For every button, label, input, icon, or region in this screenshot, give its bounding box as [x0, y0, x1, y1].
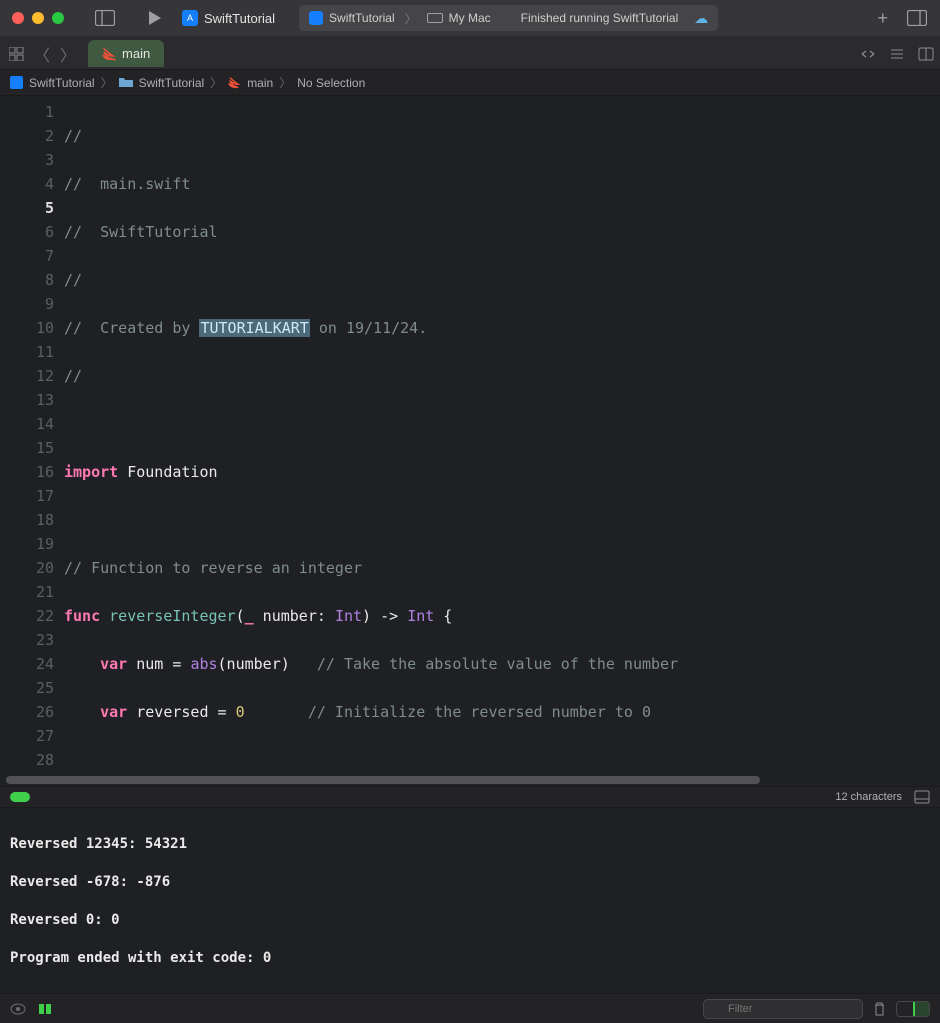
activity-status[interactable]: SwiftTutorial 〉 My Mac Finished running …	[299, 5, 718, 31]
editor-status-bar: 12 characters	[0, 786, 940, 808]
add-editor-icon[interactable]	[918, 47, 934, 61]
project-icon	[10, 76, 23, 89]
filter-input[interactable]	[703, 999, 863, 1019]
breadcrumb[interactable]: SwiftTutorial 〉 SwiftTutorial 〉 main 〉 N…	[0, 70, 940, 96]
console-line: Reversed 12345: 54321	[10, 835, 930, 854]
console-line: Reversed -678: -876	[10, 873, 930, 892]
related-items-icon[interactable]	[6, 43, 28, 65]
status-indicator[interactable]	[10, 792, 30, 802]
code-content[interactable]: // // main.swift // SwiftTutorial // // …	[64, 96, 940, 786]
breadcrumb-selection[interactable]: No Selection	[297, 76, 365, 90]
app-icon-small	[309, 11, 323, 25]
breadcrumb-root[interactable]: SwiftTutorial	[29, 76, 95, 90]
tab-main[interactable]: main	[88, 40, 164, 67]
laptop-icon	[427, 13, 443, 23]
debug-bar: ⌕	[0, 993, 940, 1023]
adjust-editor-icon[interactable]	[890, 47, 904, 61]
console-output[interactable]: Reversed 12345: 54321 Reversed -678: -87…	[0, 808, 940, 976]
swift-icon	[228, 76, 241, 89]
swift-icon	[102, 47, 116, 61]
line-gutter: 1234567891011121314151617181920212223242…	[0, 96, 64, 786]
toggle-right-panel-icon[interactable]	[906, 7, 928, 29]
cloud-icon: ☁︎	[694, 10, 708, 27]
minimize-window-button[interactable]	[32, 12, 44, 24]
selection-info: 12 characters	[835, 791, 902, 803]
console-line: Program ended with exit code: 0	[10, 949, 930, 968]
horizontal-scrollbar[interactable]	[6, 776, 760, 784]
nav-back-button[interactable]: 〈	[30, 42, 54, 66]
scheme-selector[interactable]: A SwiftTutorial	[174, 7, 283, 29]
console-line: Reversed 0: 0	[10, 911, 930, 930]
run-button[interactable]	[148, 10, 162, 26]
tab-bar: 〈 〉 main	[0, 36, 940, 70]
trash-icon[interactable]	[873, 1002, 886, 1016]
nav-forward-button[interactable]: 〉	[56, 42, 80, 66]
scheme-name: SwiftTutorial	[204, 11, 275, 26]
breadcrumb-file[interactable]: main	[247, 76, 273, 90]
status-text: Finished running SwiftTutorial	[521, 11, 679, 25]
auto-icon[interactable]	[10, 1003, 26, 1015]
titlebar: A SwiftTutorial SwiftTutorial 〉 My Mac F…	[0, 0, 940, 36]
tab-label: main	[122, 46, 150, 61]
close-window-button[interactable]	[12, 12, 24, 24]
fullscreen-window-button[interactable]	[52, 12, 64, 24]
preview-panel-icon[interactable]	[914, 790, 930, 804]
traffic-lights	[12, 12, 64, 24]
code-editor[interactable]: 1234567891011121314151617181920212223242…	[0, 96, 940, 786]
breadcrumb-folder[interactable]: SwiftTutorial	[139, 76, 205, 90]
status-device: My Mac	[449, 11, 491, 25]
toggle-left-panel-icon[interactable]	[94, 7, 116, 29]
folder-icon	[119, 76, 133, 90]
status-target: SwiftTutorial	[329, 11, 395, 25]
refresh-icon[interactable]	[860, 47, 876, 61]
breakpoint-toggle-icon[interactable]	[38, 1003, 52, 1015]
debug-panel-toggle[interactable]	[896, 1001, 930, 1017]
add-button[interactable]: +	[877, 8, 888, 29]
app-icon: A	[182, 10, 198, 26]
